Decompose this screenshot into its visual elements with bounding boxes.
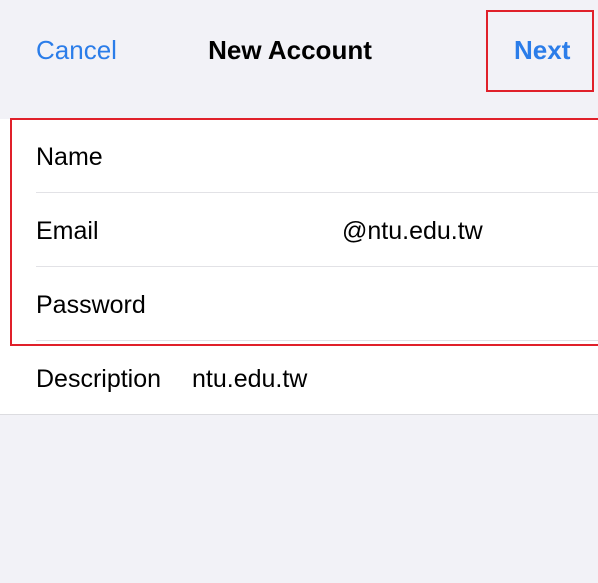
description-row[interactable]: Description ntu.edu.tw	[0, 341, 598, 415]
email-row[interactable]: Email @ntu.edu.tw	[0, 193, 598, 267]
description-label: Description	[36, 365, 162, 393]
password-label: Password	[36, 291, 146, 319]
password-row[interactable]: Password	[0, 267, 598, 341]
description-field[interactable]: ntu.edu.tw	[192, 365, 572, 394]
name-row[interactable]: Name	[0, 119, 598, 193]
next-button[interactable]: Next	[514, 35, 570, 66]
new-account-screen: Cancel New Account Next Name Email @ntu.…	[0, 0, 598, 583]
password-input[interactable]	[200, 291, 580, 320]
page-title: New Account	[208, 35, 372, 65]
email-field[interactable]: @ntu.edu.tw	[342, 217, 582, 246]
name-label: Name	[36, 143, 103, 171]
form-bottom-border	[0, 414, 598, 415]
account-form: Name Email @ntu.edu.tw Password Descript…	[0, 119, 598, 415]
name-input[interactable]	[200, 143, 580, 172]
email-label: Email	[36, 217, 99, 245]
navigation-bar: Cancel New Account Next	[0, 0, 598, 104]
